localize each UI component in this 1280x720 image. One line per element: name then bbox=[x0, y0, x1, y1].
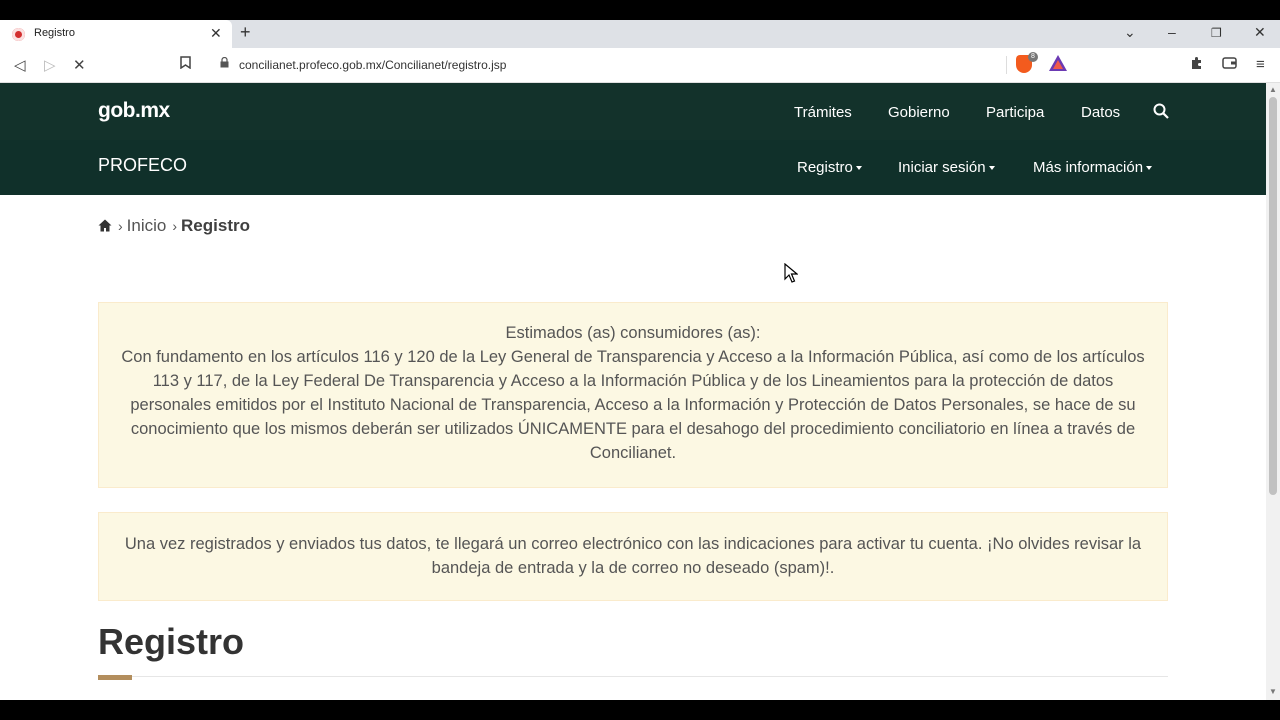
scroll-thumb[interactable] bbox=[1269, 97, 1277, 495]
bookmark-icon[interactable] bbox=[180, 56, 191, 72]
close-window-icon[interactable]: ✕ bbox=[1254, 24, 1266, 41]
caret-down-icon bbox=[855, 166, 862, 171]
nav-participa[interactable]: Participa bbox=[986, 104, 1044, 121]
url-text[interactable]: concilianet.profeco.gob.mx/Concilianet/r… bbox=[239, 58, 506, 72]
menu-mas-informacion[interactable]: Más información bbox=[1033, 159, 1153, 176]
extensions-puzzle-icon[interactable] bbox=[1190, 56, 1204, 73]
notice-body: Con fundamento en los artículos 116 y 12… bbox=[121, 348, 1145, 462]
menu-iniciar-sesion-label: Iniciar sesión bbox=[898, 159, 986, 176]
address-separator bbox=[1006, 56, 1007, 74]
forward-icon[interactable]: ▷ bbox=[44, 56, 56, 74]
scroll-up-icon[interactable]: ▲ bbox=[1269, 85, 1277, 94]
activation-text: Una vez registrados y enviados tus datos… bbox=[124, 535, 1142, 577]
browser-toolbar: ◁ ▷ ✕ concilianet.profeco.gob.mx/Concili… bbox=[0, 48, 1280, 83]
breadcrumb-current: Registro bbox=[181, 216, 250, 235]
chevron-right-icon: › bbox=[172, 218, 178, 234]
heading-divider bbox=[98, 676, 1168, 677]
activation-notice: Una vez registrados y enviados tus datos… bbox=[98, 512, 1168, 601]
menu-registro[interactable]: Registro bbox=[797, 159, 862, 176]
browser-tab[interactable]: Registro ✕ bbox=[0, 20, 232, 48]
menu-icon[interactable]: ≡ bbox=[1256, 56, 1265, 73]
close-tab-icon[interactable]: ✕ bbox=[210, 25, 222, 42]
brave-rewards-icon[interactable] bbox=[1049, 55, 1067, 71]
chevron-right-icon: › bbox=[118, 218, 123, 234]
stop-loading-icon[interactable]: ✕ bbox=[73, 56, 86, 74]
nav-gobierno[interactable]: Gobierno bbox=[888, 104, 950, 121]
home-icon[interactable] bbox=[98, 217, 112, 237]
caret-down-icon bbox=[988, 166, 995, 171]
new-tab-icon[interactable]: + bbox=[240, 22, 251, 43]
breadcrumb-inicio[interactable]: Inicio bbox=[127, 216, 167, 235]
tab-title: Registro bbox=[34, 27, 75, 39]
nav-datos[interactable]: Datos bbox=[1081, 104, 1120, 121]
profeco-title[interactable]: PROFECO bbox=[98, 155, 187, 176]
page-scrollbar[interactable]: ▲ ▼ bbox=[1266, 83, 1280, 700]
nav-tramites[interactable]: Trámites bbox=[794, 104, 852, 121]
wallet-icon[interactable] bbox=[1222, 56, 1237, 73]
privacy-notice: Estimados (as) consumidores (as): Con fu… bbox=[98, 302, 1168, 488]
menu-mas-informacion-label: Más información bbox=[1033, 159, 1144, 176]
scroll-down-icon[interactable]: ▼ bbox=[1269, 687, 1277, 696]
heading-accent-bar bbox=[98, 675, 132, 680]
notice-greeting: Estimados (as) consumidores (as): bbox=[505, 324, 761, 342]
search-icon[interactable] bbox=[1153, 103, 1169, 119]
gob-logo[interactable]: gob.mx bbox=[98, 99, 170, 123]
caret-down-icon bbox=[1146, 166, 1153, 171]
page-viewport: gob.mx Trámites Gobierno Participa Datos… bbox=[0, 83, 1266, 700]
breadcrumb: › Inicio › Registro bbox=[98, 216, 250, 237]
address-bar[interactable]: concilianet.profeco.gob.mx/Concilianet/r… bbox=[208, 52, 1076, 78]
tab-strip: Registro ✕ + ⌄ – ❐ ✕ bbox=[0, 20, 1280, 48]
restore-icon[interactable]: ❐ bbox=[1211, 26, 1222, 40]
tab-search-chevron-icon[interactable]: ⌄ bbox=[1124, 24, 1136, 41]
minimize-icon[interactable]: – bbox=[1168, 24, 1176, 40]
shields-count-badge: 8 bbox=[1028, 52, 1038, 62]
page-title: Registro bbox=[98, 621, 245, 662]
recording-favicon-icon bbox=[12, 28, 25, 41]
browser-window: Registro ✕ + ⌄ – ❐ ✕ ◁ ▷ ✕ concilianet.p… bbox=[0, 20, 1280, 700]
menu-registro-label: Registro bbox=[797, 159, 853, 176]
gob-header: gob.mx Trámites Gobierno Participa Datos bbox=[0, 83, 1266, 140]
lock-icon bbox=[220, 56, 229, 71]
profeco-header: PROFECO Registro Iniciar sesión Más info… bbox=[0, 140, 1266, 195]
mouse-cursor-icon bbox=[784, 262, 799, 283]
back-icon[interactable]: ◁ bbox=[14, 56, 26, 74]
menu-iniciar-sesion[interactable]: Iniciar sesión bbox=[898, 159, 995, 176]
